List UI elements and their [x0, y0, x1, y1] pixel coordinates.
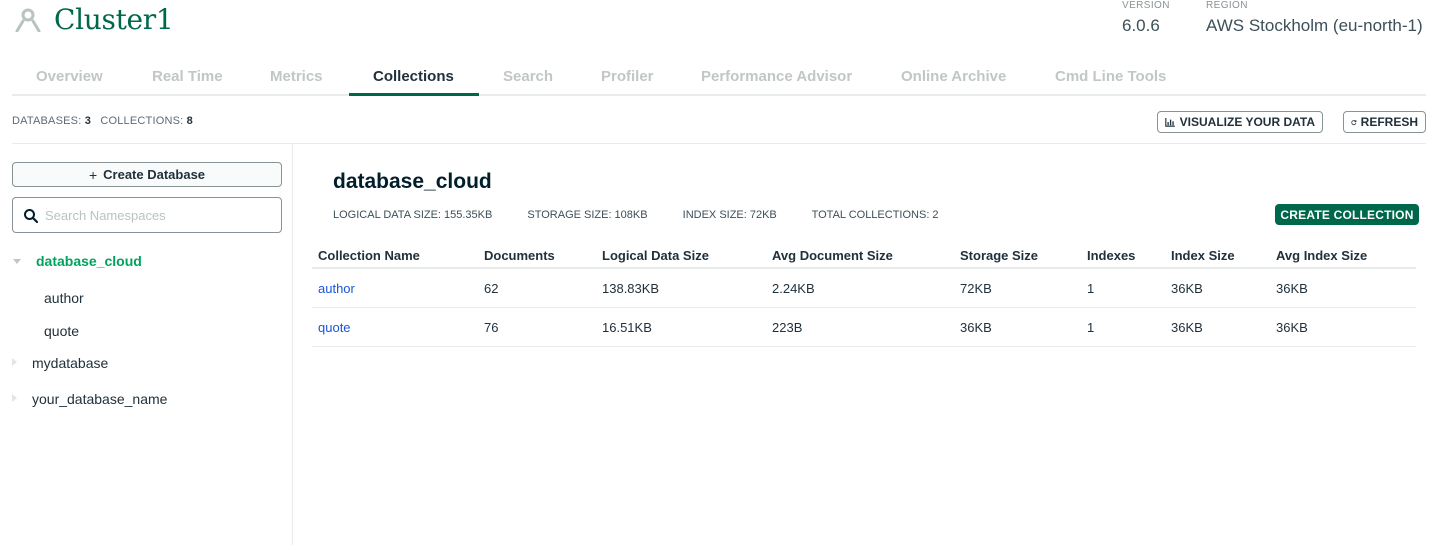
collection-link-quote[interactable]: quote: [318, 320, 351, 335]
logical-size-label: LOGICAL DATA SIZE:: [333, 209, 441, 221]
cell-avg-document-size: 2.24KB: [772, 281, 815, 296]
index-size-label: INDEX SIZE:: [682, 209, 747, 221]
column-header-logical-data-size[interactable]: Logical Data Size: [602, 248, 709, 263]
cell-avg-index-size: 36KB: [1276, 320, 1308, 335]
namespace-sidebar: + Create Database database_cloud author …: [0, 144, 293, 545]
column-header-storage-size[interactable]: Storage Size: [960, 248, 1038, 263]
region-label: REGION: [1206, 0, 1248, 11]
sidebar-collection-quote[interactable]: quote: [44, 323, 79, 339]
cell-logical-data-size: 138.83KB: [602, 281, 660, 296]
databases-count: 3: [84, 115, 92, 127]
logical-size-stat: LOGICAL DATA SIZE: 155.35KB: [333, 209, 508, 221]
search-namespaces-input[interactable]: [45, 206, 275, 224]
refresh-button[interactable]: REFRESH: [1343, 111, 1426, 133]
refresh-label: REFRESH: [1360, 115, 1418, 129]
visualize-data-button[interactable]: VISUALIZE YOUR DATA: [1157, 111, 1323, 133]
column-header-indexes[interactable]: Indexes: [1087, 248, 1135, 263]
caret-right-icon[interactable]: [10, 357, 20, 367]
sidebar-db-your-database-name[interactable]: your_database_name: [32, 391, 167, 407]
cell-indexes: 1: [1087, 320, 1095, 335]
database-stats: LOGICAL DATA SIZE: 155.35KB STORAGE SIZE:…: [333, 209, 971, 221]
page-header: Cluster1 VERSION 6.0.6 REGION AWS Stockh…: [0, 0, 1435, 60]
index-size-stat: INDEX SIZE: 72KB: [683, 209, 793, 221]
tab-cmd-line-tools[interactable]: Cmd Line Tools: [1055, 68, 1166, 96]
table-header-row: Collection Name Documents Logical Data S…: [312, 240, 1416, 269]
refresh-icon: [1351, 119, 1357, 125]
caret-right-icon[interactable]: [10, 393, 20, 403]
sidebar-db-mydatabase[interactable]: mydatabase: [32, 355, 108, 371]
storage-size-label: STORAGE SIZE:: [527, 209, 612, 221]
create-collection-button[interactable]: CREATE COLLECTION: [1275, 204, 1419, 225]
cell-documents: 62: [484, 281, 499, 296]
column-header-documents[interactable]: Documents: [484, 248, 555, 263]
active-tab-indicator: [349, 93, 479, 96]
cell-storage-size: 72KB: [960, 281, 992, 296]
caret-down-icon[interactable]: [12, 257, 22, 267]
plus-icon: +: [88, 166, 98, 183]
tab-performance-advisor[interactable]: Performance Advisor: [701, 68, 852, 96]
index-size-value: 72KB: [749, 209, 777, 221]
cell-logical-data-size: 16.51KB: [602, 320, 652, 335]
version-label: VERSION: [1122, 0, 1170, 11]
collections-label: COLLECTIONS:: [100, 115, 184, 127]
version-value: 6.0.6: [1122, 16, 1160, 35]
collections-table: Collection Name Documents Logical Data S…: [312, 240, 1416, 347]
cell-storage-size: 36KB: [960, 320, 992, 335]
column-header-collection-name[interactable]: Collection Name: [318, 248, 420, 263]
cluster-title: Cluster1: [54, 3, 174, 36]
visualize-data-label: VISUALIZE YOUR DATA: [1179, 115, 1315, 129]
sidebar-db-database-cloud[interactable]: database_cloud: [36, 253, 142, 269]
total-collections-value: 2: [932, 209, 939, 221]
cell-indexes: 1: [1087, 281, 1095, 296]
region-block: REGION AWS Stockholm (eu-north-1): [1206, 0, 1423, 36]
collection-link-author[interactable]: author: [318, 281, 355, 296]
column-header-avg-document-size[interactable]: Avg Document Size: [772, 248, 893, 263]
column-header-avg-index-size[interactable]: Avg Index Size: [1276, 248, 1367, 263]
tab-bar: Overview Real Time Metrics Collections S…: [12, 64, 1426, 96]
total-collections-stat: TOTAL COLLECTIONS: 2: [812, 209, 955, 221]
storage-size-stat: STORAGE SIZE: 108KB: [527, 209, 663, 221]
cell-avg-index-size: 36KB: [1276, 281, 1308, 296]
create-database-button[interactable]: + Create Database: [12, 162, 282, 187]
version-block: VERSION 6.0.6: [1122, 0, 1170, 36]
total-collections-label: TOTAL COLLECTIONS:: [811, 209, 930, 221]
cell-index-size: 36KB: [1171, 320, 1203, 335]
tab-metrics[interactable]: Metrics: [270, 68, 323, 96]
cluster-stats: DATABASES: 3 COLLECTIONS: 8: [12, 115, 199, 127]
databases-label: DATABASES:: [12, 115, 82, 127]
cell-index-size: 36KB: [1171, 281, 1203, 296]
search-namespaces-box: [12, 197, 282, 233]
tab-profiler[interactable]: Profiler: [601, 68, 654, 96]
tab-real-time[interactable]: Real Time: [152, 68, 223, 96]
cluster-icon: [15, 8, 41, 32]
logical-size-value: 155.35KB: [444, 209, 493, 221]
sidebar-collection-author[interactable]: author: [44, 290, 84, 306]
table-row: author 62 138.83KB 2.24KB 72KB 1 36KB 36…: [312, 269, 1416, 308]
bar-chart-icon: [1165, 117, 1175, 127]
create-database-label: Create Database: [103, 167, 206, 182]
tab-online-archive[interactable]: Online Archive: [901, 68, 1006, 96]
cell-avg-document-size: 223B: [772, 320, 803, 335]
tab-search[interactable]: Search: [503, 68, 553, 96]
table-row: quote 76 16.51KB 223B 36KB 1 36KB 36KB: [312, 308, 1416, 347]
tab-collections[interactable]: Collections: [373, 68, 454, 96]
collections-count: 8: [186, 115, 193, 127]
storage-size-value: 108KB: [614, 209, 648, 221]
region-value: AWS Stockholm (eu-north-1): [1206, 16, 1423, 35]
column-header-index-size[interactable]: Index Size: [1171, 248, 1235, 263]
database-title: database_cloud: [333, 170, 492, 193]
search-icon: [24, 209, 39, 224]
cell-documents: 76: [484, 320, 499, 335]
tab-overview[interactable]: Overview: [36, 68, 103, 96]
